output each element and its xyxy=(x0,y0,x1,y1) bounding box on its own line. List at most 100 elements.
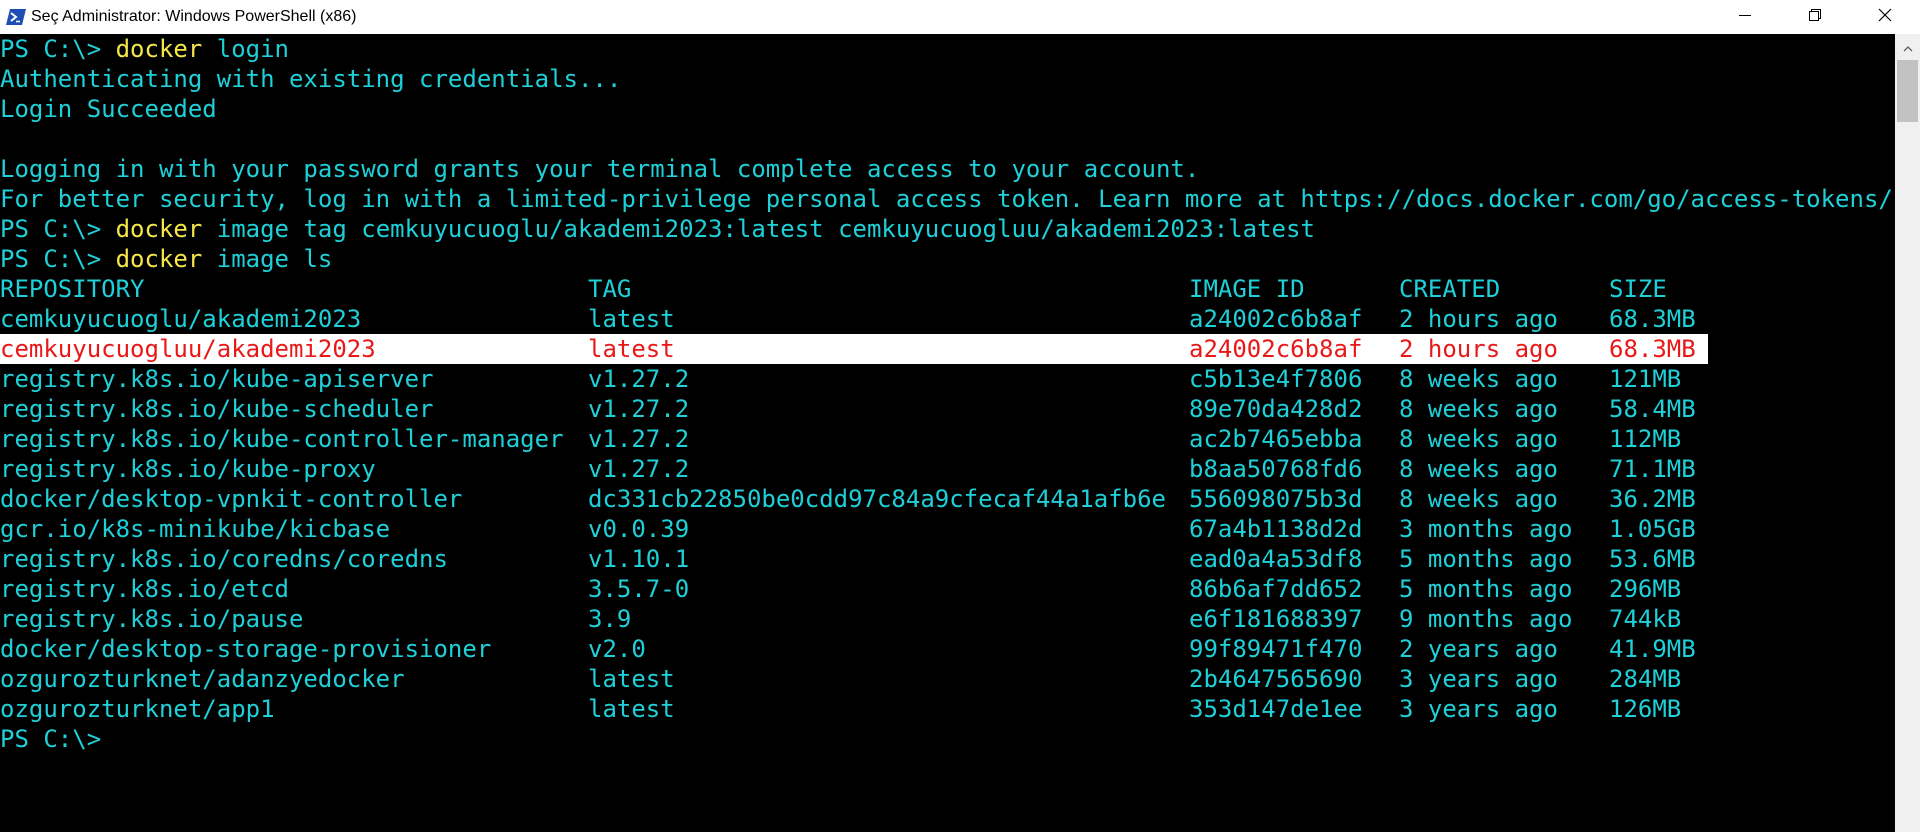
cell-size: 284MB xyxy=(1609,665,1682,693)
cell-size: 1.05GB xyxy=(1609,515,1696,543)
cell-size: 68.3MB xyxy=(1609,335,1696,363)
cell-created: 2 years ago xyxy=(1399,635,1558,663)
cell-image-id: 86b6af7dd652 xyxy=(1189,575,1363,603)
cell-size: 58.4MB xyxy=(1609,395,1696,423)
cell-repository: registry.k8s.io/coredns/coredns xyxy=(0,545,448,573)
output-line: For better security, log in with a limit… xyxy=(0,185,1893,213)
cell-size: 36.2MB xyxy=(1609,485,1696,513)
cell-repository: cemkuyucuogluu/akademi2023 xyxy=(0,335,376,363)
scroll-up-button[interactable] xyxy=(1895,38,1920,58)
cell-size: 126MB xyxy=(1609,695,1682,723)
cell-image-id: ead0a4a53df8 xyxy=(1189,545,1363,573)
cell-repository: registry.k8s.io/kube-apiserver xyxy=(0,365,434,393)
cell-tag: v1.27.2 xyxy=(588,395,690,423)
cell-created: 8 weeks ago xyxy=(1399,485,1558,513)
scrollbar-thumb[interactable] xyxy=(1897,60,1918,122)
header-created: CREATED xyxy=(1399,275,1501,303)
cell-size: 121MB xyxy=(1609,365,1682,393)
cell-size: 112MB xyxy=(1609,425,1682,453)
cell-tag: latest xyxy=(588,695,675,723)
cell-created: 5 months ago xyxy=(1399,575,1573,603)
cell-created: 8 weeks ago xyxy=(1399,365,1558,393)
command: docker xyxy=(115,215,203,243)
cell-repository: docker/desktop-vpnkit-controller xyxy=(0,485,463,513)
cell-image-id: 89e70da428d2 xyxy=(1189,395,1363,423)
cell-tag: latest xyxy=(588,305,675,333)
command-line: PS C:\> docker login xyxy=(0,34,1895,64)
cell-created: 8 weeks ago xyxy=(1399,455,1558,483)
arrow-up-icon xyxy=(1903,39,1913,57)
cell-tag: latest xyxy=(588,335,675,363)
table-row: docker/desktop-vpnkit-controller dc331cb2… xyxy=(0,484,1895,514)
cell-image-id: b8aa50768fd6 xyxy=(1189,455,1363,483)
cell-tag: v1.27.2 xyxy=(588,425,690,453)
terminal-output[interactable]: PS C:\> docker login Authenticating with… xyxy=(0,34,1895,832)
header-tag: TAG xyxy=(588,275,632,303)
cell-created: 3 years ago xyxy=(1399,665,1558,693)
cell-image-id: 2b4647565690 xyxy=(1189,665,1363,693)
table-row: registry.k8s.io/kube-apiserver v1.27.2 c5b… xyxy=(0,364,1895,394)
cell-repository: registry.k8s.io/kube-proxy xyxy=(0,455,376,483)
cell-image-id: 67a4b1138d2d xyxy=(1189,515,1363,543)
restore-icon xyxy=(1808,8,1822,27)
cell-repository: registry.k8s.io/etcd xyxy=(0,575,289,603)
output-line: Authenticating with existing credentials… xyxy=(0,65,622,93)
cell-created: 8 weeks ago xyxy=(1399,395,1558,423)
cell-created: 9 months ago xyxy=(1399,605,1573,633)
cell-repository: gcr.io/k8s-minikube/kicbase xyxy=(0,515,391,543)
title-bar[interactable]: Seç Administrator: Windows PowerShell (x… xyxy=(0,0,1920,34)
cell-image-id: 556098075b3d xyxy=(1189,485,1363,513)
cell-created: 3 months ago xyxy=(1399,515,1573,543)
cell-repository: registry.k8s.io/kube-scheduler xyxy=(0,395,434,423)
command-args: login xyxy=(202,35,289,63)
cell-tag: v0.0.39 xyxy=(588,515,690,543)
cell-repository: cemkuyucuoglu/akademi2023 xyxy=(0,305,362,333)
close-button[interactable] xyxy=(1850,0,1920,34)
cell-repository: registry.k8s.io/kube-controller-manager xyxy=(0,425,564,453)
cell-tag: v1.27.2 xyxy=(588,365,690,393)
command-line: PS C:\> docker image ls xyxy=(0,244,1895,274)
final-prompt: PS C:\> xyxy=(0,725,102,753)
table-row: ozgurozturknet/app1 latest 353d147de1ee 3 y… xyxy=(0,694,1895,724)
output-line: Logging in with your password grants you… xyxy=(0,155,1200,183)
header-repository: REPOSITORY xyxy=(0,275,145,303)
cell-size: 71.1MB xyxy=(1609,455,1696,483)
cell-size: 68.3MB xyxy=(1609,305,1696,333)
cell-size: 296MB xyxy=(1609,575,1682,603)
cell-image-id: e6f181688397 xyxy=(1189,605,1363,633)
cell-size: 744kB xyxy=(1609,605,1682,633)
table-row: ozgurozturknet/adanzyedocker latest 2b4647… xyxy=(0,664,1895,694)
cell-image-id: ac2b7465ebba xyxy=(1189,425,1363,453)
cell-tag: v2.0 xyxy=(588,635,646,663)
command-args: image tag cemkuyucuoglu/akademi2023:late… xyxy=(202,215,1315,243)
table-row: registry.k8s.io/kube-proxy v1.27.2 b8aa507… xyxy=(0,454,1895,484)
prompt: PS C:\> xyxy=(0,245,116,273)
vertical-scrollbar[interactable] xyxy=(1895,34,1920,832)
cell-size: 41.9MB xyxy=(1609,635,1696,663)
cell-repository: ozgurozturknet/adanzyedocker xyxy=(0,665,405,693)
output-line: Login Succeeded xyxy=(0,95,217,123)
table-header: REPOSITORY TAG IMAGE ID CREATED SIZE xyxy=(0,274,1895,304)
minimize-icon xyxy=(1738,8,1752,27)
cell-tag: dc331cb22850be0cdd97c84a9cfecaf44a1afb6e xyxy=(588,485,1166,513)
table-row: cemkuyucuoglu/akademi2023 latest a24002c6b… xyxy=(0,304,1895,334)
table-row: registry.k8s.io/kube-scheduler v1.27.2 89e… xyxy=(0,394,1895,424)
table-row: registry.k8s.io/etcd 3.5.7-0 86b6af7dd652 5… xyxy=(0,574,1895,604)
table-row: registry.k8s.io/kube-controller-manager v… xyxy=(0,424,1895,454)
cell-size: 53.6MB xyxy=(1609,545,1696,573)
command: docker xyxy=(115,35,203,63)
header-size: SIZE xyxy=(1609,275,1667,303)
cell-created: 2 hours ago xyxy=(1399,305,1558,333)
cell-created: 8 weeks ago xyxy=(1399,425,1558,453)
cell-tag: 3.9 xyxy=(588,605,632,633)
minimize-button[interactable] xyxy=(1710,0,1780,34)
cell-image-id: a24002c6b8af xyxy=(1189,305,1363,333)
window-title: Seç Administrator: Windows PowerShell (x… xyxy=(31,8,357,25)
table-row: gcr.io/k8s-minikube/kicbase v0.0.39 67a4b1… xyxy=(0,514,1895,544)
cell-created: 5 months ago xyxy=(1399,545,1573,573)
restore-button[interactable] xyxy=(1780,0,1850,34)
cell-created: 3 years ago xyxy=(1399,695,1558,723)
table-row: docker/desktop-storage-provisioner v2.0 99… xyxy=(0,634,1895,664)
cell-created: 2 hours ago xyxy=(1399,335,1558,363)
cell-tag: 3.5.7-0 xyxy=(588,575,690,603)
